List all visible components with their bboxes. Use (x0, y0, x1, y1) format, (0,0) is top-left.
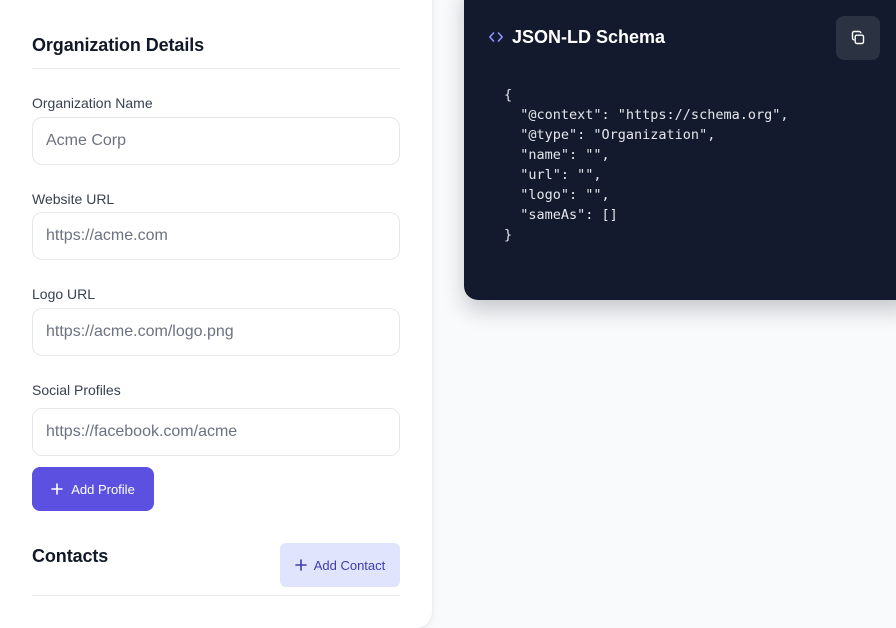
plus-icon (51, 483, 64, 495)
contacts-divider (32, 595, 400, 596)
page: Organization Details Organization Name W… (0, 0, 896, 628)
code-line: "sameAs": [] (504, 207, 618, 223)
section-divider (32, 68, 400, 69)
plus-icon (294, 559, 307, 571)
copy-button[interactable] (836, 16, 880, 60)
code-line: "name": "", (504, 147, 610, 163)
code-line: { (504, 87, 513, 103)
organization-details-title: Organization Details (32, 35, 205, 55)
social-profile-input[interactable] (32, 408, 400, 456)
copy-icon (850, 30, 866, 46)
contacts-title: Contacts (32, 546, 109, 566)
code-line: "url": "", (504, 167, 602, 183)
add-contact-button[interactable]: Add Contact (280, 543, 400, 587)
add-profile-label: Add Profile (71, 481, 135, 497)
organization-name-input[interactable] (32, 117, 400, 165)
code-line: "@context": "https://schema.org", (504, 107, 789, 123)
json-ld-code-block: { "@context": "https://schema.org", "@ty… (504, 85, 788, 245)
add-contact-label: Add Contact (313, 557, 386, 573)
organization-name-label: Organization Name (32, 95, 153, 111)
social-profiles-label: Social Profiles (32, 382, 121, 398)
code-line: "logo": "", (504, 187, 610, 203)
code-line: "@type": "Organization", (504, 127, 716, 143)
website-url-input[interactable] (32, 212, 400, 260)
code-line: } (504, 227, 513, 243)
add-profile-button[interactable]: Add Profile (32, 467, 154, 511)
code-brackets-icon (488, 29, 504, 45)
logo-url-input[interactable] (32, 308, 400, 356)
website-url-label: Website URL (32, 191, 115, 207)
json-ld-schema-title: JSON-LD Schema (512, 27, 666, 47)
logo-url-label: Logo URL (32, 286, 96, 302)
